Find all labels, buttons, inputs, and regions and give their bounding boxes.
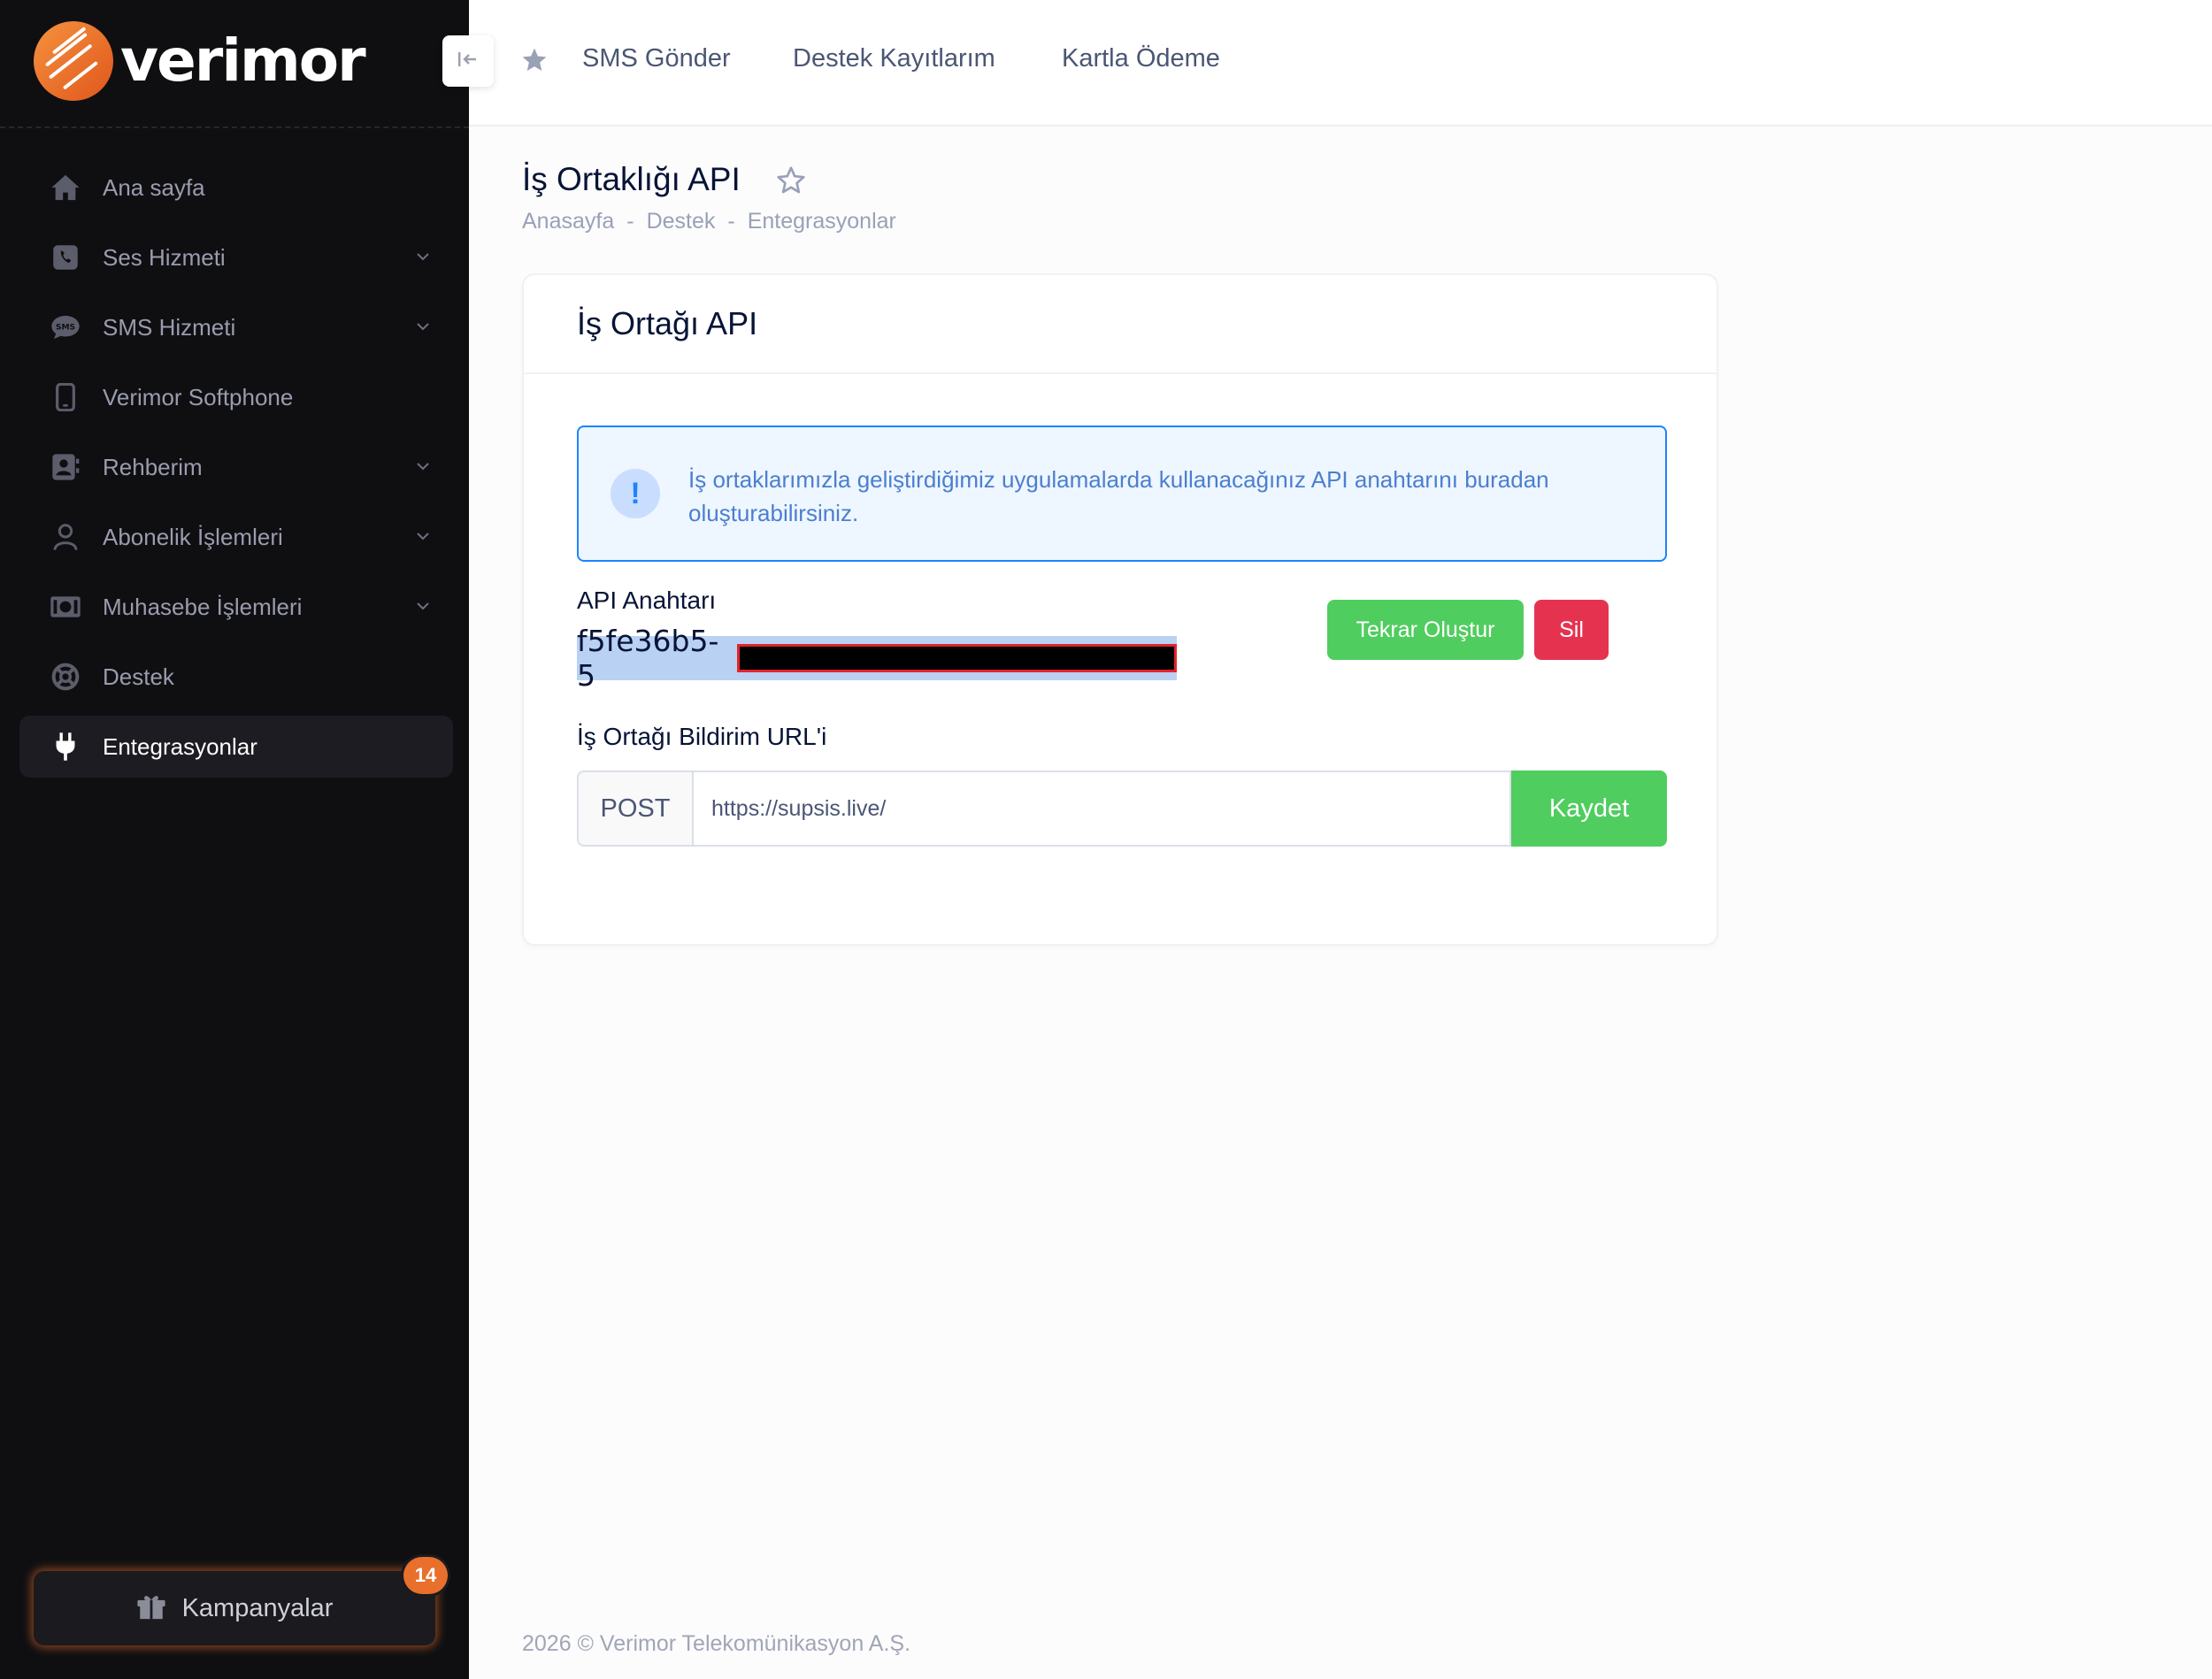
brand-name: verimor [120,27,366,95]
sidebar-item-label: Rehberim [103,453,203,480]
sidebar-item-entegrasyonlar[interactable]: Entegrasyonlar [19,716,453,778]
breadcrumb-item-anasayfa[interactable]: Anasayfa [522,209,614,234]
sidebar-item-muhasebe-islemleri[interactable]: Muhasebe İşlemleri [19,576,453,638]
sidebar-item-rehberim[interactable]: Rehberim [19,436,453,498]
topbar-link-kartla-odeme[interactable]: Kartla Ödeme [1062,44,1220,73]
sidebar-item-ses-hizmeti[interactable]: Ses Hizmeti [19,226,453,288]
chevron-down-icon [414,457,432,479]
breadcrumb-separator: - [626,209,634,234]
gift-icon [136,1592,166,1625]
sidebar-menu: Ana sayfa Ses Hizmeti SMS SMS Hizmeti Ve… [19,157,453,786]
sidebar-item-ana-sayfa[interactable]: Ana sayfa [19,157,453,218]
chevron-down-icon [414,527,432,549]
add-favorite-star-icon[interactable] [775,165,807,201]
topbar-link-sms-gonder[interactable]: SMS Gönder [582,44,731,73]
chevron-down-icon [414,318,432,340]
collapse-left-icon [457,48,480,75]
info-alert-text: İş ortaklarımızla geliştirdiğimiz uygula… [688,466,1549,526]
notification-url-group: POST Kaydet [577,770,1667,847]
notification-url-label: İş Ortağı Bildirim URL'i [577,723,827,750]
chevron-down-icon [414,248,432,270]
sidebar-item-label: Entegrasyonlar [103,732,257,760]
contact-book-icon [50,451,81,483]
campaigns-count-badge: 14 [403,1557,448,1594]
exclamation-icon: ! [611,469,660,518]
campaigns-button[interactable]: Kampanyalar 14 [34,1557,448,1645]
sidebar-item-destek[interactable]: Destek [19,646,453,708]
card-title: İş Ortağı API [577,305,758,341]
lifebuoy-icon [50,661,81,693]
http-method-prefix: POST [577,770,692,847]
sidebar: verimor Ana sayfa Ses Hizmeti SMS SMS Hi… [0,0,469,1679]
sidebar-collapse-button[interactable] [442,35,494,87]
footer-copyright: 2026 © Verimor Telekomünikasyon A.Ş. [522,1631,911,1656]
sidebar-item-label: Ana sayfa [103,173,205,201]
api-key-redaction [737,644,1177,672]
sidebar-item-label: Muhasebe İşlemleri [103,593,303,620]
sidebar-item-label: Ses Hizmeti [103,243,226,271]
sidebar-item-sms-hizmeti[interactable]: SMS SMS Hizmeti [19,296,453,358]
brand-logo[interactable]: verimor [34,21,366,101]
api-key-text: f5fe36b5-5 [577,624,719,693]
svg-text:SMS: SMS [56,324,75,333]
sidebar-item-label: Destek [103,663,174,690]
topbar-link-destek-kayitlarim[interactable]: Destek Kayıtlarım [793,44,995,73]
sms-icon: SMS [50,311,81,343]
user-icon [50,521,81,553]
favorites-star-icon[interactable] [520,46,549,79]
sidebar-item-verimor-softphone[interactable]: Verimor Softphone [19,366,453,428]
info-alert: ! İş ortaklarımızla geliştirdiğimiz uygu… [577,426,1667,562]
plug-icon [50,731,81,763]
topbar: SMS Gönder Destek Kayıtlarım Kartla Ödem… [469,0,2212,126]
sidebar-item-label: Abonelik İşlemleri [103,523,283,550]
campaigns-label: Kampanyalar [181,1593,334,1622]
breadcrumb-item-destek[interactable]: Destek [647,209,716,234]
api-key-label: API Anahtarı [577,586,717,614]
breadcrumb-separator: - [727,209,735,234]
money-icon [50,591,81,623]
partner-api-card: İş Ortağı API ! İş ortaklarımızla gelişt… [522,273,1718,946]
sidebar-item-label: Verimor Softphone [103,383,294,410]
api-key-value[interactable]: f5fe36b5-5 [577,624,1177,693]
sidebar-item-abonelik-islemleri[interactable]: Abonelik İşlemleri [19,506,453,568]
save-button[interactable]: Kaydet [1511,770,1667,847]
card-header: İş Ortağı API [524,275,1717,374]
sidebar-divider [0,126,469,128]
page-title: İş Ortaklığı API [522,161,741,197]
sidebar-item-label: SMS Hizmeti [103,313,236,341]
chevron-down-icon [414,597,432,619]
logo-mark-icon [34,21,113,101]
phone-icon [50,242,81,273]
breadcrumb-item-entegrasyonlar: Entegrasyonlar [747,209,896,234]
delete-button[interactable]: Sil [1534,600,1609,660]
regenerate-button[interactable]: Tekrar Oluştur [1327,600,1524,660]
breadcrumb: Anasayfa - Destek - Entegrasyonlar [522,209,896,234]
notification-url-input[interactable] [692,770,1511,847]
home-icon [50,172,81,203]
mobile-icon [50,381,81,413]
